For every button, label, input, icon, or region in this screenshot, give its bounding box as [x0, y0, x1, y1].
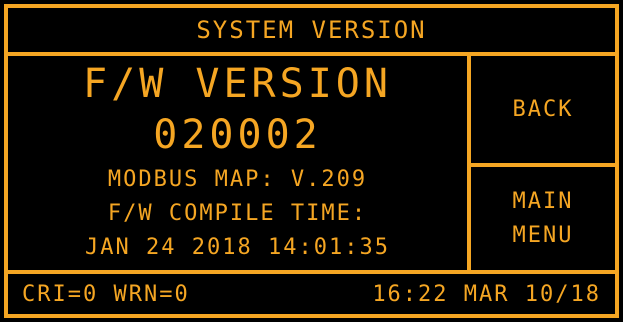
back-button[interactable]: BACK: [467, 52, 619, 167]
fw-version-label: F/W VERSION: [83, 61, 392, 107]
alarm-counts: CRI=0 WRN=0: [22, 281, 190, 307]
page-title: SYSTEM VERSION: [196, 16, 427, 44]
fw-version-number: 020002: [153, 112, 322, 158]
main-menu-label-line1: MAIN: [512, 188, 574, 214]
title-bar: SYSTEM VERSION: [4, 4, 619, 56]
modbus-map-text: MODBUS MAP: V.209: [107, 167, 368, 192]
main-menu-button[interactable]: MAIN MENU: [467, 163, 619, 274]
date-time: 16:22 MAR 10/18: [372, 281, 601, 307]
version-info-panel: F/W VERSION 020002 MODBUS MAP: V.209 F/W…: [4, 52, 471, 274]
status-bar: CRI=0 WRN=0 16:22 MAR 10/18: [4, 270, 619, 318]
compile-time-label: F/W COMPILE TIME:: [107, 201, 368, 226]
compile-time-value: JAN 24 2018 14:01:35: [85, 235, 390, 260]
system-version-screen: SYSTEM VERSION F/W VERSION 020002 MODBUS…: [0, 0, 623, 322]
back-button-label: BACK: [512, 96, 574, 122]
main-menu-label-line2: MENU: [512, 222, 574, 248]
